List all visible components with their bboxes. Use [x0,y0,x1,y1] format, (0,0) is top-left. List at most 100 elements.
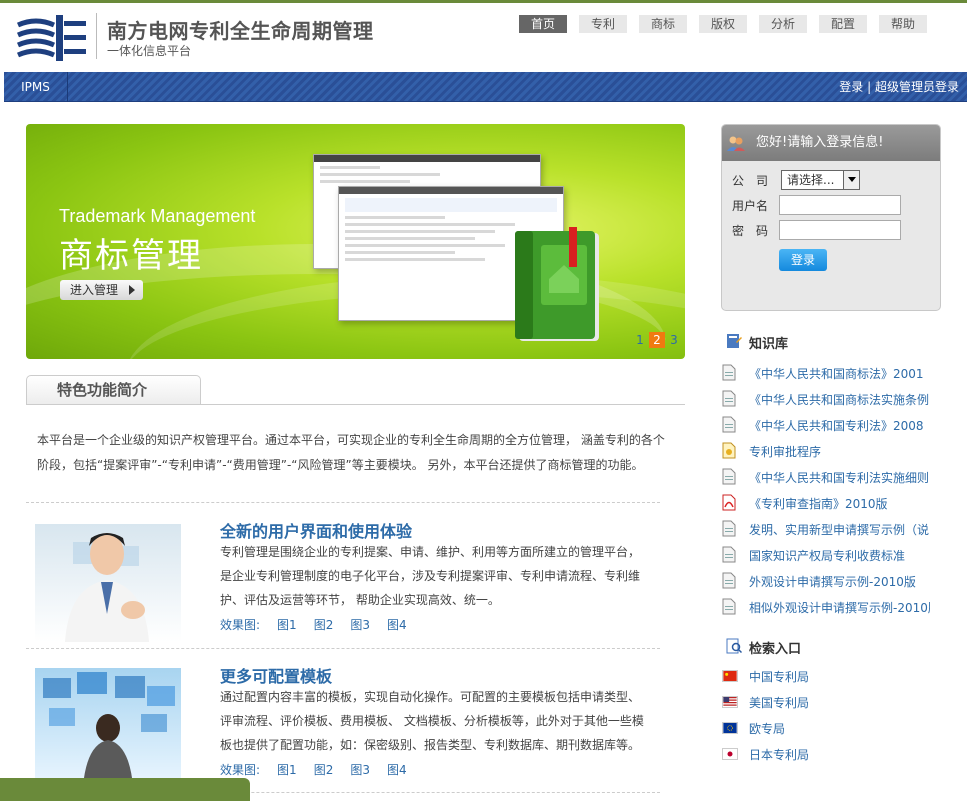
username-label: 用户名 [732,199,769,213]
preview-bar [314,155,540,162]
ipms-link[interactable]: IPMS [4,72,68,102]
kb-item-7[interactable]: 发明、实用新型申请撰写示例（说 [720,517,930,543]
kb-item-label: 《中华人民共和国商标法实施条例 [749,393,930,407]
password-input[interactable] [779,220,901,240]
search-entry-icon [726,638,742,654]
login-greeting: 您好!请输入登录信息! [756,135,884,150]
document-icon [722,390,736,407]
eu-flag-icon [722,722,738,734]
effect-link-1[interactable]: 图1 [277,616,297,633]
username-input[interactable] [779,195,901,215]
effect-link-4[interactable]: 图4 [387,616,407,633]
trademark-banner[interactable]: Trademark Management 商标管理 进入管理 1 2 3 [26,124,685,359]
japan-flag-icon [722,748,738,760]
document-icon [722,546,736,563]
document-icon [722,468,736,485]
feature-title-ui[interactable]: 全新的用户界面和使用体验 [220,518,412,542]
nav-config[interactable]: 配置 [819,15,867,33]
site-subtitle: 一体化信息平台 [107,44,192,58]
kb-item-2[interactable]: 《中华人民共和国商标法实施条例 [720,387,930,413]
kb-item-label: 《中华人民共和国专利法实施细则 [749,471,930,485]
nav-trademark[interactable]: 商标 [639,15,687,33]
nav-help[interactable]: 帮助 [879,15,927,33]
document-icon [722,520,736,537]
banner-page-3[interactable]: 3 [666,332,682,348]
effect-link-1[interactable]: 图1 [277,761,297,778]
preview-line [345,230,495,233]
trademark-book-icon [515,227,599,341]
knowledge-book-icon [727,334,742,348]
header: 南方电网专利全生命周期管理 一体化信息平台 首页 专利 商标 版权 分析 配置 … [0,3,967,72]
banner-english-title: Trademark Management [59,206,256,226]
login-link[interactable]: 登录 [839,80,863,94]
effect-link-4[interactable]: 图4 [387,761,407,778]
effect-link-2[interactable]: 图2 [314,761,334,778]
login-links: 登录 | 超级管理员登录 [839,72,959,102]
kb-item-label: 《中华人民共和国商标法》2001 [749,367,924,381]
dashed-divider [26,648,660,649]
document-icon [722,572,736,589]
feature-title-templates[interactable]: 更多可配置模板 [220,663,332,687]
features-tab[interactable]: 特色功能简介 [26,375,201,405]
banner-chinese-title: 商标管理 [59,236,203,276]
company-select[interactable]: 请选择... [781,170,860,190]
kb-item-label: 国家知识产权局专利收费标准 [749,549,906,563]
kb-item-label: 专利审批程序 [749,445,822,459]
company-select-value: 请选择... [787,173,835,187]
kb-item-5[interactable]: 《中华人民共和国专利法实施细则 [720,465,930,491]
preview-line [345,251,455,254]
effect-link-3[interactable]: 图3 [350,761,370,778]
kb-item-label: 外观设计申请撰写示例-2010版 [749,575,916,589]
kb-item-label: 《中华人民共和国专利法》2008 [749,419,924,433]
preview-bar [339,187,563,194]
kb-item-9[interactable]: 外观设计申请撰写示例-2010版 [720,569,930,595]
enter-management-label: 进入管理 [70,283,119,297]
effect-link-3[interactable]: 图3 [350,616,370,633]
preview-line [345,258,485,261]
feature-desc-ui: 专利管理是围绕企业的专利提案、申请、维护、利用等方面所建立的管理平台，是企业专利… [220,545,641,607]
preview-line [345,216,445,219]
feature-effects-ui: 效果图: 图1 图2 图3 图4 [220,616,424,633]
effects-label: 效果图: [220,618,261,632]
kb-item-8[interactable]: 国家知识产权局专利收费标准 [720,543,930,569]
feature-effects-templates: 效果图: 图1 图2 图3 图4 [220,761,424,778]
banner-page-2[interactable]: 2 [649,332,665,348]
platform-intro: 本平台是一个企业级的知识产权管理平台。通过本平台，可实现企业的专利全生命周期的全… [37,433,665,472]
effect-link-2[interactable]: 图2 [314,616,334,633]
login-button[interactable]: 登录 [779,249,827,271]
nav-patent[interactable]: 专利 [579,15,627,33]
nav-home[interactable]: 首页 [519,15,567,33]
kb-item-10[interactable]: 相似外观设计申请撰写示例-2010版 [720,595,930,621]
tech-screens-icon [35,668,181,786]
password-label: 密 码 [732,224,769,238]
document-icon [722,364,736,381]
kb-item-label: 发明、实用新型申请撰写示例（说 [749,523,930,537]
link-separator: | [867,80,872,94]
chevron-down-icon [843,171,859,189]
csg-logo-icon [16,13,88,63]
kb-item-3[interactable]: 《中华人民共和国专利法》2008 [720,413,930,439]
users-icon [727,136,745,151]
nav-copyright[interactable]: 版权 [699,15,747,33]
kb-item-6[interactable]: 《专利审查指南》2010版 [720,491,930,517]
banner-page-1[interactable]: 1 [632,332,648,348]
kb-item-label: 《专利审查指南》2010版 [749,497,888,511]
preview-line [320,166,380,169]
play-arrow-icon [129,285,135,295]
nav-analysis[interactable]: 分析 [759,15,807,33]
bottom-status-bar [0,778,250,801]
enter-management-button[interactable]: 进入管理 [60,280,143,300]
logo-divider [96,13,97,59]
feature-desc-templates: 通过配置内容丰富的模板，实现自动化操作。可配置的主要模板包括申请类型、评审流程、… [220,690,644,752]
kb-item-4[interactable]: 专利审批程序 [720,439,930,465]
kb-item-1[interactable]: 《中华人民共和国商标法》2001 [720,361,930,387]
effects-label: 效果图: [220,763,261,777]
preview-line [345,223,515,226]
admin-login-link[interactable]: 超级管理员登录 [875,80,959,94]
knowledge-title: 知识库 [749,337,789,352]
dashed-divider [26,502,660,503]
search-item-label: 中国专利局 [749,670,810,684]
blue-toolbar: IPMS 登录 | 超级管理员登录 [4,72,967,102]
feature-image-ui [35,524,181,642]
banner-pager: 1 2 3 [631,332,682,348]
